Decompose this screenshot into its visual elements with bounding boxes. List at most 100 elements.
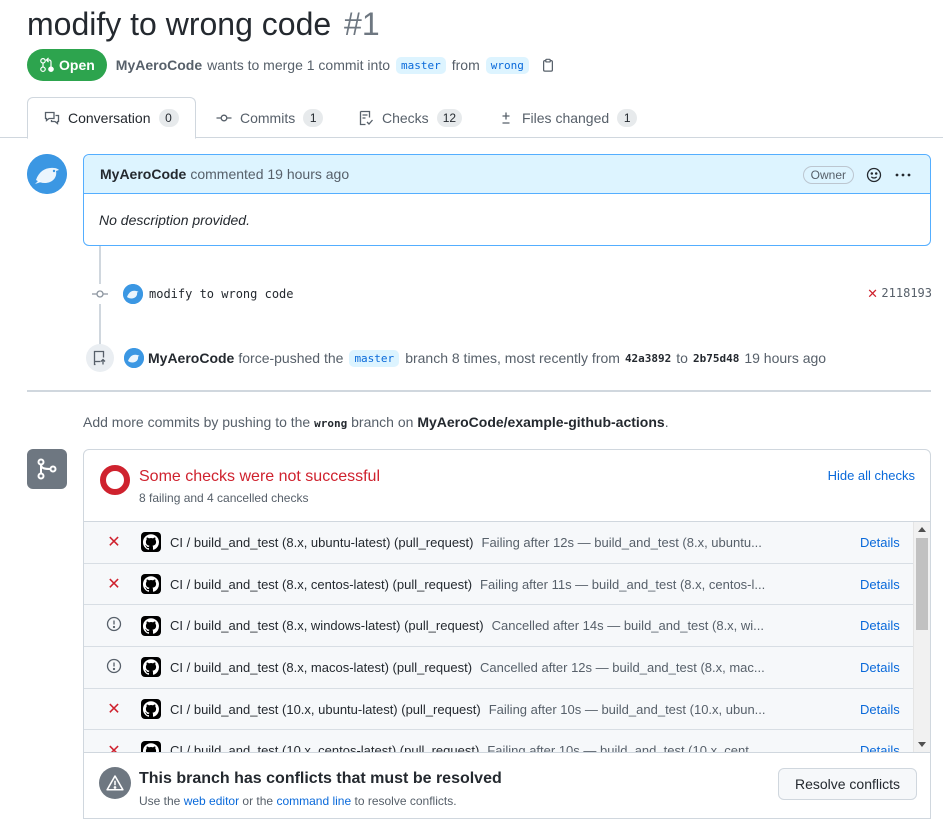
push-text-2: branch 8 times, most recently from bbox=[405, 350, 620, 366]
conflict-subtitle: Use the web editor or the command line t… bbox=[139, 794, 457, 808]
check-description: Failing after 12s — build_and_test (8.x,… bbox=[481, 534, 762, 550]
check-details-link[interactable]: Details bbox=[860, 535, 900, 550]
check-details-link[interactable]: Details bbox=[860, 743, 900, 752]
conflict-or-text: or the bbox=[242, 794, 274, 808]
tab-counter: 12 bbox=[436, 108, 463, 127]
x-icon: ✕ bbox=[107, 576, 121, 594]
tab-checks[interactable]: Checks 12 bbox=[342, 97, 478, 138]
check-row: ✕ CI / build_and_test (8.x, centos-latest… bbox=[84, 564, 930, 606]
push-from-sha[interactable]: 42a3892 bbox=[625, 352, 671, 365]
resolve-conflicts-button[interactable]: Resolve conflicts bbox=[777, 768, 917, 800]
tab-label: Commits bbox=[240, 109, 296, 126]
smiley-icon[interactable] bbox=[866, 167, 882, 183]
state-badge: Open bbox=[27, 49, 107, 81]
push-time[interactable]: 19 hours ago bbox=[744, 350, 826, 366]
hint-prefix: Add more commits by pushing to the bbox=[83, 414, 311, 430]
tab-label: Conversation bbox=[68, 110, 151, 126]
checklist-icon bbox=[359, 110, 373, 125]
avatar[interactable] bbox=[27, 154, 67, 194]
check-row: ✕ CI / build_and_test (10.x, centos-lates… bbox=[84, 730, 930, 752]
checks-title: Some checks were not successful bbox=[139, 468, 380, 485]
check-text: CI / build_and_test (10.x, centos-latest… bbox=[170, 743, 766, 752]
hint-repo[interactable]: MyAeroCode/example-github-actions bbox=[417, 414, 664, 430]
push-author[interactable]: MyAeroCode bbox=[148, 350, 234, 366]
timeline-divider bbox=[27, 390, 931, 392]
check-details-link[interactable]: Details bbox=[860, 660, 900, 675]
checks-scrollbar[interactable] bbox=[913, 522, 930, 752]
status-failure-ring-icon bbox=[100, 465, 130, 495]
avatar[interactable] bbox=[124, 348, 144, 368]
x-icon[interactable]: ✕ bbox=[868, 285, 878, 301]
check-description: Failing after 11s — build_and_test (8.x,… bbox=[480, 576, 766, 592]
commit-sha-link[interactable]: ✕ 2118193 bbox=[868, 285, 932, 301]
push-to-text: to bbox=[676, 350, 688, 366]
scroll-up-arrow[interactable] bbox=[918, 527, 926, 532]
commit-sha[interactable]: 2118193 bbox=[881, 286, 932, 300]
checks-subtitle: 8 failing and 4 cancelled checks bbox=[139, 491, 309, 505]
check-name: CI / build_and_test (10.x, centos-latest… bbox=[170, 743, 480, 752]
check-name: CI / build_and_test (8.x, centos-latest)… bbox=[170, 576, 473, 592]
x-icon: ✕ bbox=[107, 701, 121, 719]
base-branch[interactable]: master bbox=[396, 56, 446, 74]
github-actions-icon bbox=[141, 532, 161, 553]
hint-suffix: . bbox=[664, 414, 669, 430]
check-row: CI / build_and_test (8.x, macos-latest) … bbox=[84, 647, 930, 689]
check-details-link[interactable]: Details bbox=[860, 577, 900, 592]
github-actions-icon bbox=[141, 699, 161, 720]
check-name: CI / build_and_test (8.x, macos-latest) … bbox=[170, 659, 473, 675]
github-actions-icon bbox=[141, 657, 161, 678]
scroll-down-arrow[interactable] bbox=[918, 742, 926, 747]
check-name: CI / build_and_test (8.x, ubuntu-latest)… bbox=[170, 534, 474, 550]
pr-number: #1 bbox=[344, 6, 380, 42]
hint-branch: wrong bbox=[314, 417, 348, 430]
pr-title-text: modify to wrong code bbox=[27, 6, 332, 42]
hide-all-checks-link[interactable]: Hide all checks bbox=[828, 468, 915, 483]
check-text: CI / build_and_test (8.x, macos-latest) … bbox=[170, 660, 765, 675]
timeline-force-push: MyAeroCode force-pushed the master branc… bbox=[86, 344, 936, 372]
tab-counter: 0 bbox=[158, 109, 179, 127]
github-actions-icon bbox=[141, 615, 161, 636]
head-branch[interactable]: wrong bbox=[485, 56, 529, 74]
check-description: Failing after 10s — build_and_test (10.x… bbox=[488, 701, 766, 717]
web-editor-link[interactable]: web editor bbox=[184, 794, 239, 808]
pr-author[interactable]: MyAeroCode bbox=[116, 57, 202, 73]
git-merge-icon bbox=[27, 449, 67, 489]
comment-author[interactable]: MyAeroCode bbox=[100, 166, 186, 182]
tab-commits[interactable]: Commits 1 bbox=[200, 97, 339, 138]
copy-icon[interactable] bbox=[541, 58, 555, 72]
tab-counter: 1 bbox=[617, 108, 638, 127]
tab-conversation[interactable]: Conversation 0 bbox=[27, 97, 196, 139]
github-actions-icon bbox=[141, 574, 161, 595]
check-details-link[interactable]: Details bbox=[860, 702, 900, 717]
tab-label: Checks bbox=[382, 109, 429, 126]
bird-avatar-icon bbox=[27, 154, 67, 194]
conflict-section: This branch has conflicts that must be r… bbox=[84, 752, 930, 818]
from-text: from bbox=[451, 57, 480, 73]
checks-list[interactable]: ✕ CI / build_and_test (8.x, ubuntu-latest… bbox=[84, 522, 930, 752]
tab-files-changed[interactable]: Files changed 1 bbox=[482, 97, 653, 138]
x-icon: ✕ bbox=[107, 742, 121, 752]
checks-header: Some checks were not successful 8 failin… bbox=[84, 450, 930, 522]
pr-tabs: Conversation 0 Commits 1 Checks 12 Files… bbox=[0, 97, 943, 139]
push-to-sha[interactable]: 2b75d48 bbox=[693, 352, 739, 365]
git-commit-icon bbox=[216, 114, 232, 121]
tab-label: Files changed bbox=[522, 109, 610, 126]
command-line-link[interactable]: command line bbox=[276, 794, 351, 808]
check-details-link[interactable]: Details bbox=[860, 618, 900, 633]
state-label: Open bbox=[59, 57, 95, 73]
avatar[interactable] bbox=[123, 284, 143, 304]
comment-action[interactable]: commented 19 hours ago bbox=[190, 166, 349, 182]
scroll-thumb[interactable] bbox=[916, 538, 928, 630]
merge-box: Some checks were not successful 8 failin… bbox=[83, 449, 931, 819]
file-diff-icon bbox=[502, 112, 510, 124]
comment-discussion-icon bbox=[44, 111, 60, 125]
kebab-horizontal-icon[interactable] bbox=[894, 167, 912, 183]
git-commit-icon bbox=[90, 284, 110, 304]
pr-title: modify to wrong code #1 bbox=[27, 6, 380, 43]
check-row: ✕ CI / build_and_test (10.x, ubuntu-lates… bbox=[84, 689, 930, 731]
commit-message[interactable]: modify to wrong code bbox=[149, 287, 294, 301]
conflict-title: This branch has conflicts that must be r… bbox=[139, 770, 502, 787]
owner-label: Owner bbox=[802, 166, 854, 184]
push-branch[interactable]: master bbox=[349, 349, 400, 367]
comment-body: No description provided. bbox=[99, 212, 250, 228]
